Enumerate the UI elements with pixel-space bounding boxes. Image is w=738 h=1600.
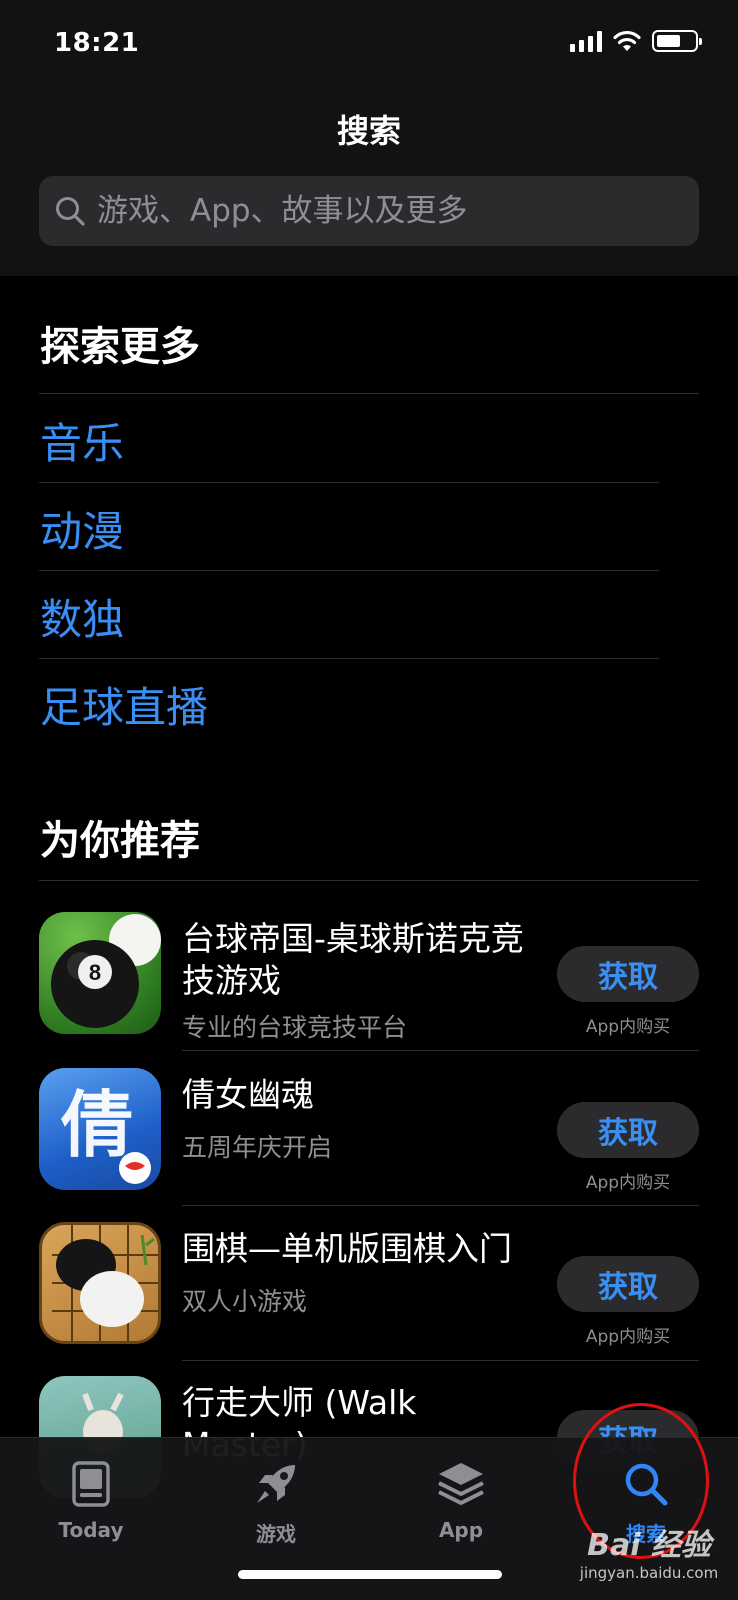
- app-row-billiards[interactable]: 8 台球帝国-桌球斯诺克竞技游戏 专业的台球竞技平台 获取 App内购买: [39, 912, 699, 1067]
- divider: [182, 1205, 699, 1206]
- app-subtitle: 双人小游戏: [182, 1287, 308, 1316]
- app-name: 台球帝国-桌球斯诺克竞技游戏: [182, 919, 524, 1000]
- go-app-icon[interactable]: [39, 1222, 161, 1344]
- app-subtitle: 专业的台球竞技平台: [182, 1013, 408, 1042]
- tab-label: Today: [58, 1518, 124, 1542]
- search-bar[interactable]: [39, 176, 699, 246]
- qiannv-app-icon[interactable]: 倩: [39, 1068, 161, 1190]
- divider: [39, 658, 659, 659]
- home-indicator: [238, 1570, 502, 1579]
- watermark-url: jingyan.baidu.com: [579, 1564, 719, 1582]
- get-button[interactable]: 获取: [557, 1102, 699, 1158]
- baidu-watermark: Bai 经验 jingyan.baidu.com: [564, 1520, 734, 1582]
- status-time: 18:21: [54, 28, 140, 58]
- divider: [182, 1360, 699, 1361]
- explore-section-title: 探索更多: [40, 324, 200, 370]
- recommend-section-title: 为你推荐: [40, 818, 200, 864]
- explore-item-sudoku[interactable]: 数独: [40, 572, 660, 660]
- tab-games[interactable]: 游戏: [201, 1456, 351, 1547]
- app-subtitle: 五周年庆开启: [182, 1133, 333, 1162]
- divider: [39, 880, 699, 881]
- search-input[interactable]: [97, 193, 657, 229]
- explore-item-football-live[interactable]: 足球直播: [40, 660, 660, 748]
- tab-label: 游戏: [256, 1522, 296, 1546]
- watermark-brand: Bai 经验: [587, 1528, 711, 1563]
- search-icon: [56, 197, 85, 226]
- divider: [182, 1050, 699, 1051]
- app-name: 倩女幽魂: [182, 1075, 314, 1114]
- app-name: 围棋—单机版围棋入门: [182, 1229, 512, 1268]
- svg-text:倩: 倩: [60, 1082, 133, 1167]
- tab-today[interactable]: Today: [16, 1456, 166, 1542]
- divider: [39, 482, 659, 483]
- divider: [39, 393, 699, 394]
- svg-text:8: 8: [89, 960, 101, 985]
- wifi-icon: [613, 30, 641, 51]
- battery-icon: [652, 30, 702, 52]
- get-button[interactable]: 获取: [557, 1256, 699, 1312]
- app-row-qiannv[interactable]: 倩 倩女幽魂 五周年庆开启 获取 App内购买: [39, 1068, 699, 1223]
- cellular-signal-icon: [570, 30, 602, 52]
- apps-layers-icon: [438, 1463, 484, 1505]
- today-icon: [72, 1461, 110, 1507]
- in-app-purchase-label: App内购买: [585, 1173, 671, 1193]
- tab-apps[interactable]: App: [386, 1456, 536, 1542]
- explore-item-music[interactable]: 音乐: [40, 396, 660, 484]
- rocket-icon: [257, 1465, 295, 1503]
- in-app-purchase-label: App内购买: [585, 1327, 671, 1347]
- in-app-purchase-label: App内购买: [585, 1017, 671, 1037]
- explore-item-anime[interactable]: 动漫: [40, 484, 660, 572]
- header: 18:21 搜索: [0, 0, 738, 276]
- app-row-go[interactable]: 围棋—单机版围棋入门 双人小游戏 获取 App内购买: [39, 1222, 699, 1377]
- status-icons: [570, 30, 702, 52]
- billiards-app-icon[interactable]: 8: [39, 912, 161, 1034]
- divider: [39, 570, 659, 571]
- tab-label: App: [438, 1518, 484, 1542]
- get-button[interactable]: 获取: [557, 946, 699, 1002]
- page-title: 搜索: [336, 112, 401, 150]
